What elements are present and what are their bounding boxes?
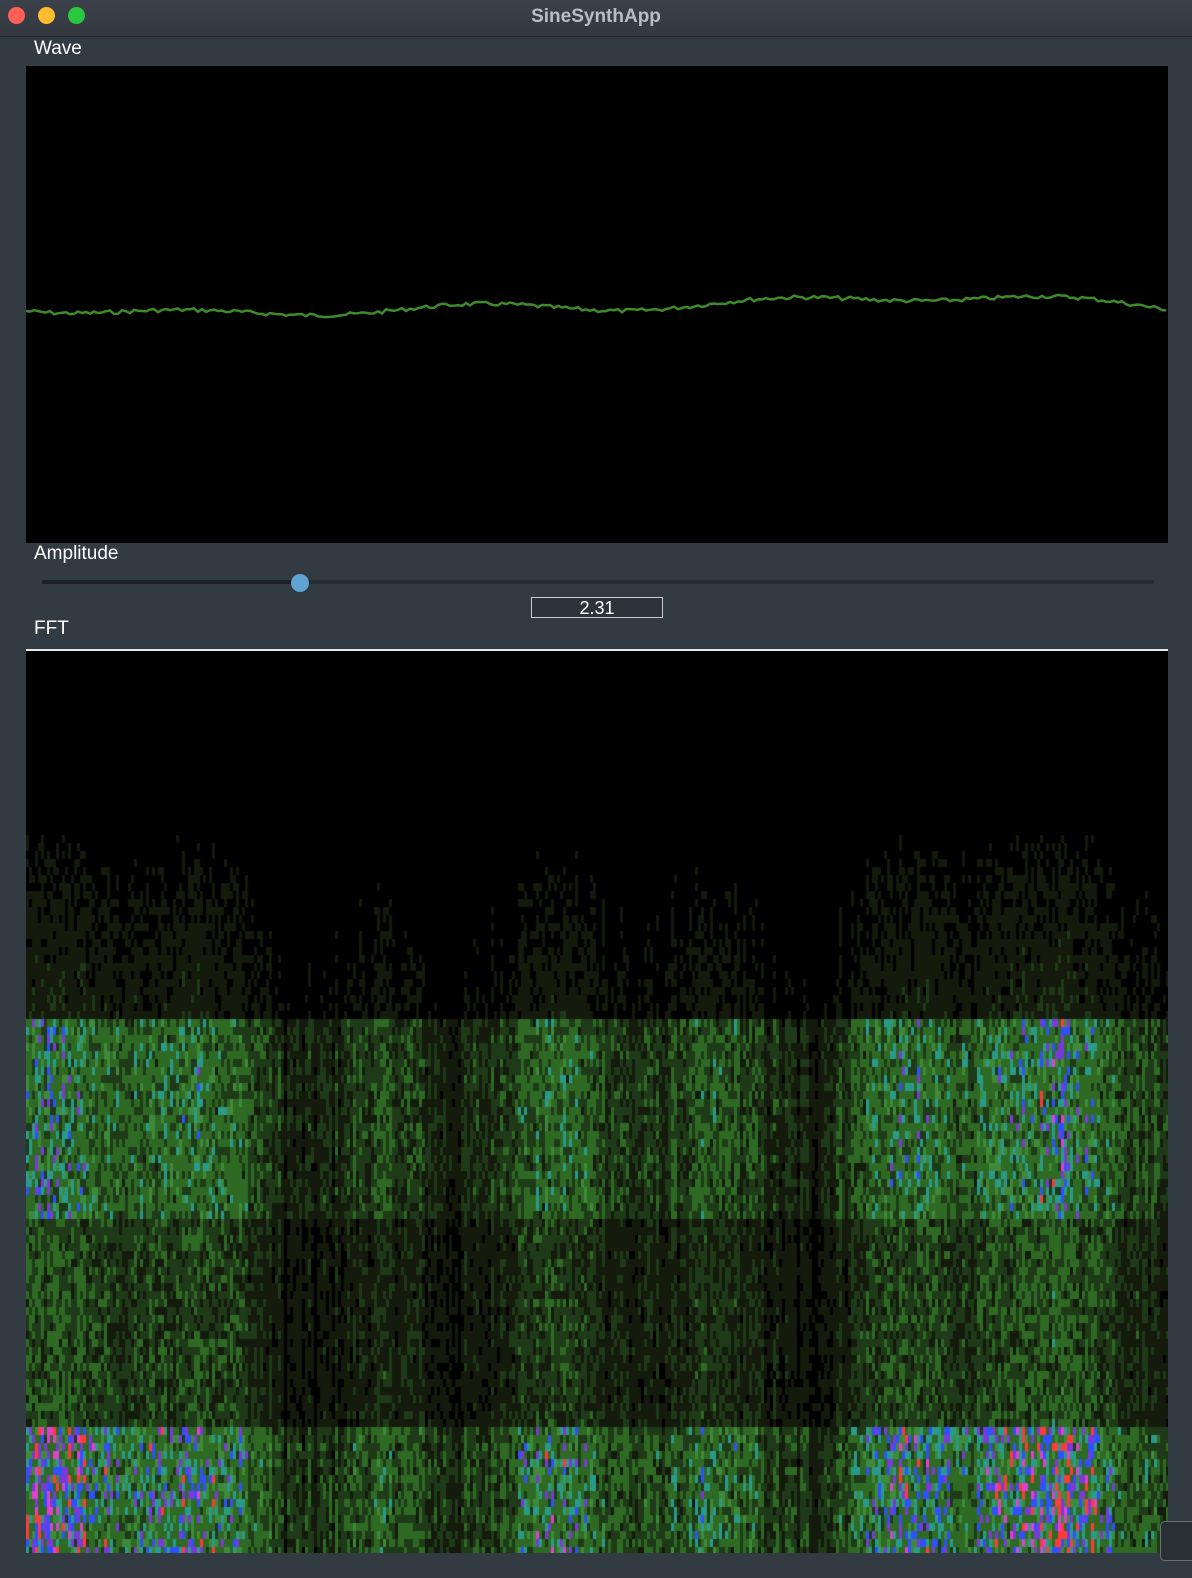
fft-spectrogram: [26, 649, 1168, 1553]
amplitude-value-field[interactable]: 2.31: [531, 597, 663, 618]
waveform-plot: [26, 293, 1167, 319]
amplitude-slider-fill: [42, 580, 300, 584]
wave-label: Wave: [34, 38, 82, 59]
wave-display: [26, 66, 1168, 543]
window-title: SineSynthApp: [531, 6, 661, 27]
amplitude-label: Amplitude: [34, 543, 119, 564]
title-bar: SineSynthApp: [0, 0, 1192, 37]
amplitude-slider-thumb[interactable]: [290, 574, 309, 592]
spectrogram-canvas: [26, 651, 1168, 1553]
corner-button[interactable]: [1160, 1521, 1192, 1561]
waveform-line: [26, 293, 1167, 319]
fft-label: FFT: [34, 618, 69, 639]
amplitude-slider[interactable]: [42, 580, 1154, 584]
